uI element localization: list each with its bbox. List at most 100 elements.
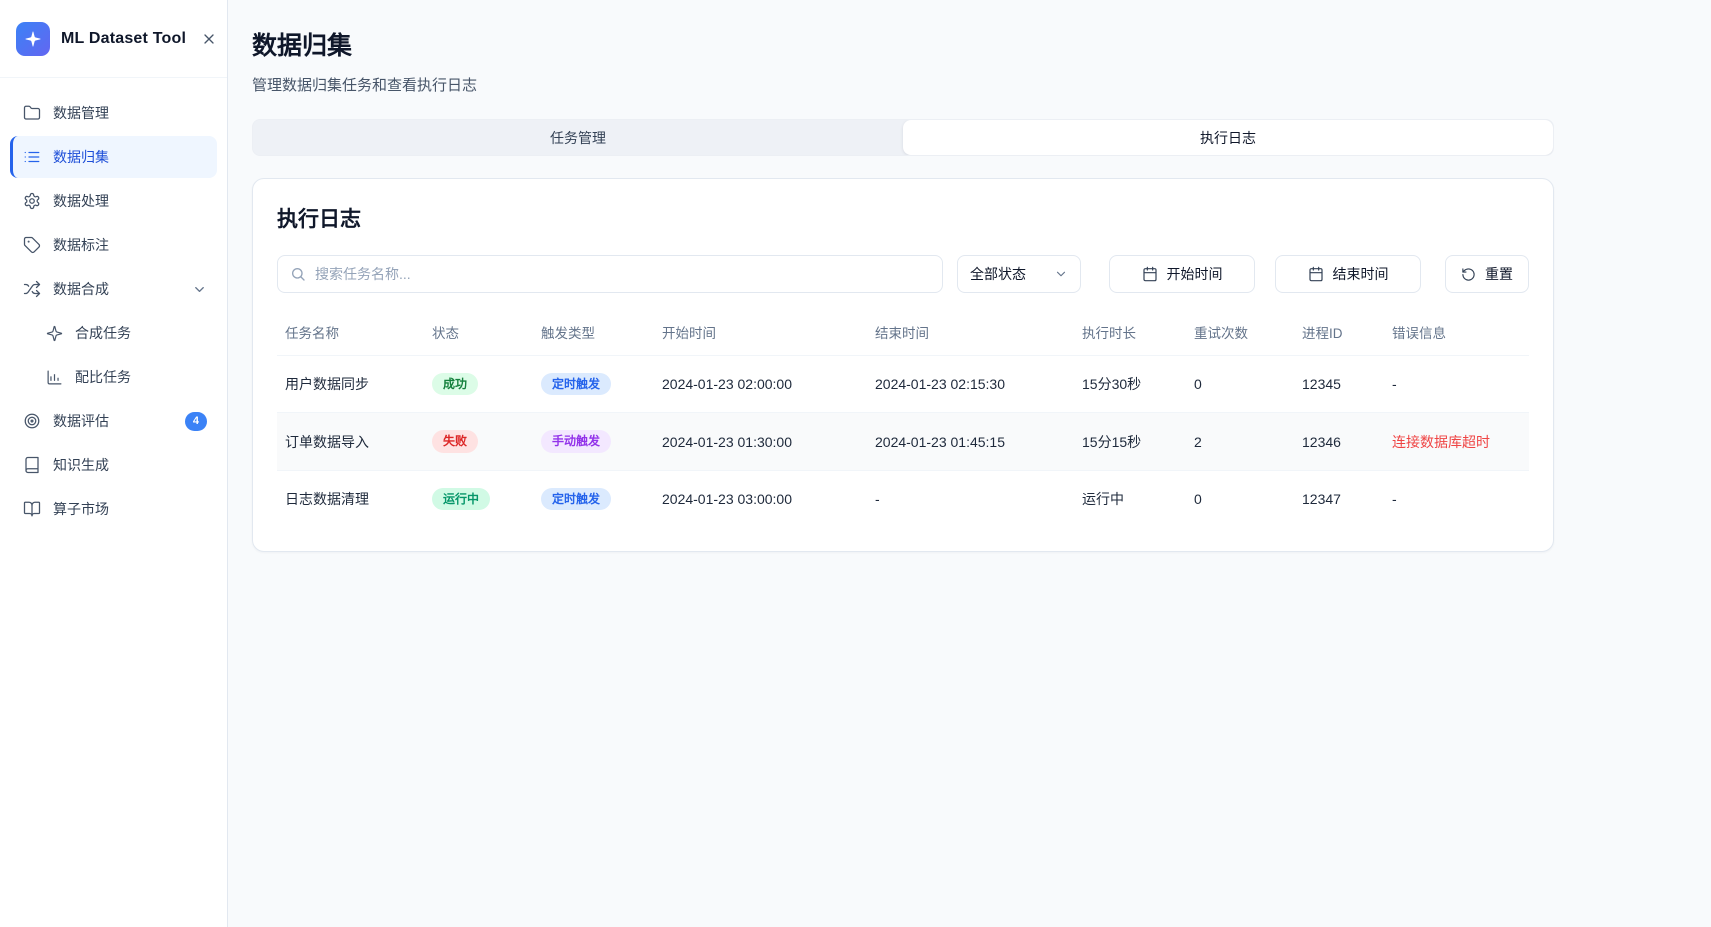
search-icon [290, 266, 306, 282]
column-header: 错误信息 [1384, 309, 1529, 356]
start-time-label: 开始时间 [1167, 264, 1223, 284]
sidebar-item-data-processing[interactable]: 数据处理 [10, 180, 217, 222]
duration-cell: 运行中 [1074, 470, 1186, 527]
logs-toolbar: 全部状态 开始时间 结束时间 重置 [277, 255, 1529, 293]
search-box [277, 255, 943, 293]
sidebar-item-knowledge-generation[interactable]: 知识生成 [10, 444, 217, 486]
trigger-type-badge: 手动触发 [541, 430, 611, 452]
end-time-cell: 2024-01-23 01:45:15 [867, 413, 1074, 470]
start-time-button[interactable]: 开始时间 [1109, 255, 1255, 293]
sidebar-item-data-management[interactable]: 数据管理 [10, 92, 217, 134]
sidebar-item-data-collection[interactable]: 数据归集 [10, 136, 217, 178]
status-badge: 运行中 [432, 488, 490, 510]
end-time-cell: 2024-01-23 02:15:30 [867, 356, 1074, 413]
table-row[interactable]: 用户数据同步 成功 定时触发 2024-01-23 02:00:00 2024-… [277, 356, 1529, 413]
sparkles-icon [24, 30, 42, 48]
error-cell: - [1384, 470, 1529, 527]
retries-cell: 0 [1186, 356, 1294, 413]
rotate-ccw-icon [1461, 267, 1476, 282]
sidebar-header: ML Dataset Tool [0, 0, 227, 78]
sidebar-item-data-evaluation[interactable]: 数据评估 4 [10, 400, 217, 442]
start-time-cell: 2024-01-23 03:00:00 [654, 470, 867, 527]
column-header: 进程ID [1294, 309, 1384, 356]
end-time-label: 结束时间 [1333, 264, 1389, 284]
sidebar-item-ratio-tasks[interactable]: 配比任务 [10, 356, 217, 398]
folder-icon [23, 104, 41, 122]
column-header: 重试次数 [1186, 309, 1294, 356]
main-content: 数据归集 管理数据归集任务和查看执行日志 任务管理 执行日志 执行日志 全部状态… [228, 0, 1711, 927]
column-header: 结束时间 [867, 309, 1074, 356]
status-badge: 失败 [432, 430, 478, 452]
pid-cell: 12345 [1294, 356, 1384, 413]
end-time-button[interactable]: 结束时间 [1275, 255, 1421, 293]
column-header: 任务名称 [277, 309, 424, 356]
search-input[interactable] [315, 266, 930, 282]
table-row[interactable]: 订单数据导入 失败 手动触发 2024-01-23 01:30:00 2024-… [277, 413, 1529, 470]
tab-task-management[interactable]: 任务管理 [253, 120, 903, 155]
sidebar-item-label: 数据管理 [53, 103, 207, 123]
execution-logs-card: 执行日志 全部状态 开始时间 结束时间 [252, 178, 1554, 552]
status-badge: 成功 [432, 373, 478, 395]
sidebar-item-label: 数据评估 [53, 411, 173, 431]
book-icon [23, 456, 41, 474]
duration-cell: 15分30秒 [1074, 356, 1186, 413]
sidebar-item-synthesis-tasks[interactable]: 合成任务 [10, 312, 217, 354]
start-time-cell: 2024-01-23 02:00:00 [654, 356, 867, 413]
app-logo [16, 22, 50, 56]
card-title: 执行日志 [277, 203, 1529, 233]
sidebar-item-label: 配比任务 [75, 367, 207, 387]
task-name-cell: 日志数据清理 [277, 470, 424, 527]
pid-cell: 12347 [1294, 470, 1384, 527]
task-name-cell: 用户数据同步 [277, 356, 424, 413]
task-name-cell: 订单数据导入 [277, 413, 424, 470]
retries-cell: 0 [1186, 470, 1294, 527]
column-header: 触发类型 [533, 309, 654, 356]
duration-cell: 15分15秒 [1074, 413, 1186, 470]
trigger-type-badge: 定时触发 [541, 373, 611, 395]
error-cell: 连接数据库超时 [1384, 413, 1529, 470]
sidebar-item-label: 知识生成 [53, 455, 207, 475]
column-header: 执行时长 [1074, 309, 1186, 356]
close-icon [201, 31, 217, 47]
sidebar: ML Dataset Tool 数据管理 数据归集 数据处理 数据标注 数据合成 [0, 0, 228, 927]
end-time-cell: - [867, 470, 1074, 527]
chevron-down-icon [192, 282, 207, 297]
app-title: ML Dataset Tool [61, 30, 186, 48]
trigger-type-badge: 定时触发 [541, 488, 611, 510]
reset-label: 重置 [1485, 264, 1513, 284]
table-header-row: 任务名称 状态 触发类型 开始时间 结束时间 执行时长 重试次数 进程ID 错误… [277, 309, 1529, 356]
tab-bar: 任务管理 执行日志 [252, 119, 1554, 156]
pid-cell: 12346 [1294, 413, 1384, 470]
sidebar-item-label: 算子市场 [53, 499, 207, 519]
status-filter-select[interactable]: 全部状态 [957, 255, 1081, 293]
open-book-icon [23, 500, 41, 518]
page-title: 数据归集 [252, 26, 1554, 62]
sidebar-item-operator-market[interactable]: 算子市场 [10, 488, 217, 530]
sparkle-icon [45, 324, 63, 342]
sidebar-item-label: 数据归集 [53, 147, 207, 167]
sidebar-item-label: 数据处理 [53, 191, 207, 211]
reset-button[interactable]: 重置 [1445, 255, 1529, 293]
logs-table: 任务名称 状态 触发类型 开始时间 结束时间 执行时长 重试次数 进程ID 错误… [277, 309, 1529, 527]
shuffle-icon [23, 280, 41, 298]
sidebar-item-label: 合成任务 [75, 323, 207, 343]
column-header: 开始时间 [654, 309, 867, 356]
sidebar-item-label: 数据合成 [53, 279, 180, 299]
list-icon [23, 148, 41, 166]
gear-icon [23, 192, 41, 210]
sidebar-item-data-labeling[interactable]: 数据标注 [10, 224, 217, 266]
sidebar-close-button[interactable] [197, 27, 221, 51]
calendar-icon [1142, 266, 1158, 282]
start-time-cell: 2024-01-23 01:30:00 [654, 413, 867, 470]
tag-icon [23, 236, 41, 254]
page-subtitle: 管理数据归集任务和查看执行日志 [252, 74, 1554, 95]
sidebar-item-label: 数据标注 [53, 235, 207, 255]
table-row[interactable]: 日志数据清理 运行中 定时触发 2024-01-23 03:00:00 - 运行… [277, 470, 1529, 527]
status-filter-value: 全部状态 [970, 264, 1026, 284]
sidebar-nav: 数据管理 数据归集 数据处理 数据标注 数据合成 合成任务 配比任务 [0, 78, 227, 544]
chevron-down-icon [1054, 267, 1068, 281]
calendar-icon [1308, 266, 1324, 282]
error-cell: - [1384, 356, 1529, 413]
sidebar-item-data-synthesis[interactable]: 数据合成 [10, 268, 217, 310]
tab-execution-logs[interactable]: 执行日志 [903, 120, 1553, 155]
